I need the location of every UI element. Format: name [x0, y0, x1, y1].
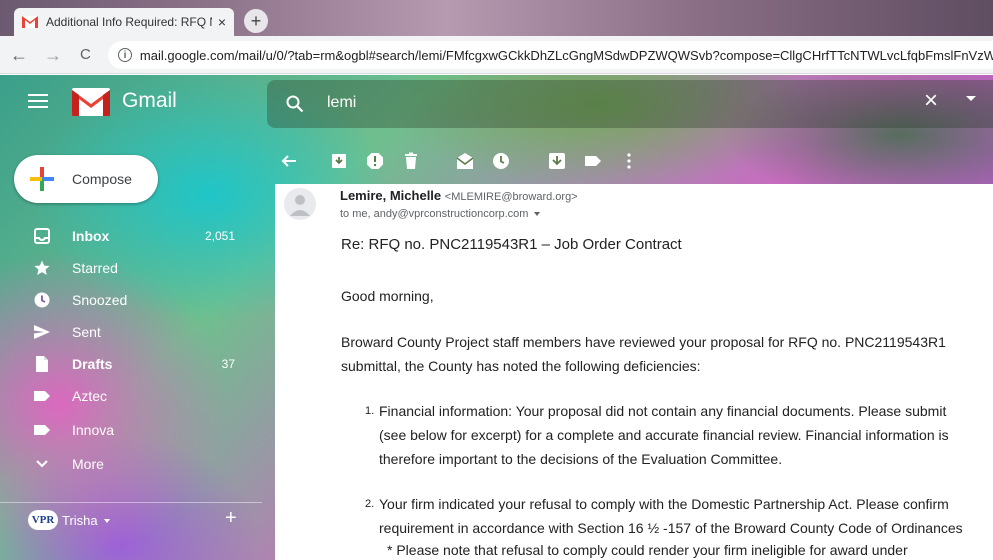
- show-details-chevron-icon[interactable]: [534, 212, 541, 217]
- url-text: mail.google.com/mail/u/0/?tab=rm&ogbl#se…: [139, 47, 993, 63]
- label-icon: [34, 422, 50, 438]
- list-item-text: * Please note that refusal to comply cou…: [387, 542, 908, 558]
- sender-address: <MLEMIRE@broward.org>: [444, 191, 578, 203]
- tab-close-button[interactable]: ×: [218, 15, 226, 29]
- draft-count: 37: [221, 357, 235, 371]
- email-action-toolbar: [268, 140, 993, 184]
- sidebar-item-label: More: [72, 456, 104, 472]
- main-menu-icon[interactable]: [28, 94, 48, 112]
- sidebar-item-label: Innova: [72, 422, 115, 438]
- compose-button[interactable]: Compose: [14, 155, 158, 203]
- list-number: 1.: [365, 405, 375, 417]
- sender-avatar-icon[interactable]: [284, 188, 316, 220]
- send-icon: [34, 324, 50, 340]
- search-icon[interactable]: [286, 95, 304, 118]
- snooze-clock-icon[interactable]: [492, 152, 510, 170]
- sidebar-item-label: Inbox: [72, 228, 110, 244]
- user-status-chevron-icon[interactable]: [104, 519, 110, 523]
- unread-count: 2,051: [204, 229, 235, 243]
- sidebar-item-starred[interactable]: Starred: [0, 252, 260, 284]
- more-options-icon[interactable]: [620, 152, 638, 170]
- back-to-list-icon[interactable]: [280, 152, 298, 170]
- sidebar-item-aztec[interactable]: Aztec: [0, 380, 260, 412]
- inbox-icon: [34, 228, 50, 244]
- clock-icon: [34, 292, 50, 308]
- sidebar-item-label: Starred: [72, 260, 118, 276]
- email-paragraph: submittal, the County has noted the foll…: [341, 358, 701, 374]
- forward-button[interactable]: →: [44, 44, 62, 66]
- archive-icon[interactable]: [330, 152, 348, 170]
- compose-plus-icon: [30, 167, 54, 191]
- email-paragraph: Broward County Project staff members hav…: [341, 334, 946, 350]
- sender-line: Lemire, Michelle <MLEMIRE@broward.org>: [340, 188, 578, 203]
- recipients-text: to me, andy@vprconstructioncorp.com: [340, 208, 529, 220]
- list-item-text: Your firm indicated your refusal to comp…: [379, 496, 949, 512]
- browser-tab[interactable]: Additional Info Required: RFQ N… ×: [14, 8, 234, 36]
- sender-name[interactable]: Lemire, Michelle: [340, 188, 441, 203]
- list-item-text: (see below for excerpt) for a complete a…: [379, 427, 949, 443]
- recipients-line[interactable]: to me, andy@vprconstructioncorp.com: [340, 208, 541, 220]
- sidebar-item-innova[interactable]: Innova: [0, 414, 260, 446]
- mark-unread-icon[interactable]: [456, 152, 474, 170]
- gmail-favicon-icon: [22, 16, 38, 28]
- tab-title: Additional Info Required: RFQ N…: [46, 15, 212, 29]
- email-greeting: Good morning,: [341, 288, 434, 304]
- list-item-text: therefore important to the decisions of …: [379, 451, 783, 467]
- reload-button[interactable]: C: [80, 44, 91, 66]
- compose-label: Compose: [72, 171, 132, 187]
- trash-icon[interactable]: [402, 152, 420, 170]
- sidebar-item-label: Sent: [72, 324, 101, 340]
- gmail-wordmark: Gmail: [122, 89, 177, 112]
- clear-search-button[interactable]: ×: [924, 89, 938, 113]
- sidebar-divider: [0, 502, 262, 503]
- sidebar-item-sent[interactable]: Sent: [0, 316, 260, 348]
- label-icon: [34, 388, 50, 404]
- search-input[interactable]: lemi: [327, 94, 356, 112]
- sidebar-item-more[interactable]: More: [0, 448, 260, 480]
- chevron-down-icon: [34, 456, 50, 472]
- sidebar-item-label: Aztec: [72, 388, 108, 404]
- address-bar[interactable]: i mail.google.com/mail/u/0/?tab=rm&ogbl#…: [108, 41, 993, 69]
- sidebar-item-label: Drafts: [72, 356, 113, 372]
- site-info-icon[interactable]: i: [118, 48, 132, 62]
- vpr-avatar[interactable]: VPR: [28, 510, 58, 530]
- star-icon: [34, 260, 50, 276]
- new-tab-button[interactable]: +: [244, 9, 268, 33]
- move-to-icon[interactable]: [548, 152, 566, 170]
- list-number: 2.: [365, 498, 375, 510]
- draft-icon: [34, 356, 50, 372]
- sidebar-item-drafts[interactable]: Drafts 37: [0, 348, 260, 380]
- list-item-text: Financial information: Your proposal did…: [379, 403, 947, 419]
- back-button[interactable]: ←: [10, 44, 28, 66]
- label-tag-icon[interactable]: [584, 152, 602, 170]
- browser-toolbar: ← → C i mail.google.com/mail/u/0/?tab=rm…: [0, 36, 993, 74]
- sidebar-item-inbox[interactable]: Inbox 2,051: [0, 220, 260, 252]
- sidebar-item-label: Snoozed: [72, 292, 128, 308]
- search-bar[interactable]: [267, 80, 993, 128]
- browser-tab-bar: Additional Info Required: RFQ N… × +: [0, 0, 993, 36]
- email-subject-line: Re: RFQ no. PNC2119543R1 – Job Order Con…: [341, 236, 682, 253]
- sidebar-item-snoozed[interactable]: Snoozed: [0, 284, 260, 316]
- search-options-chevron-icon[interactable]: [966, 96, 976, 101]
- hangouts-user-name[interactable]: Trisha: [62, 513, 98, 528]
- report-spam-icon[interactable]: [366, 152, 384, 170]
- add-contact-button[interactable]: +: [225, 508, 237, 528]
- email-reading-pane: Lemire, Michelle <MLEMIRE@broward.org> t…: [275, 184, 993, 560]
- list-item-text: requirement in accordance with Section 1…: [379, 520, 963, 536]
- gmail-logo-icon[interactable]: [72, 88, 110, 116]
